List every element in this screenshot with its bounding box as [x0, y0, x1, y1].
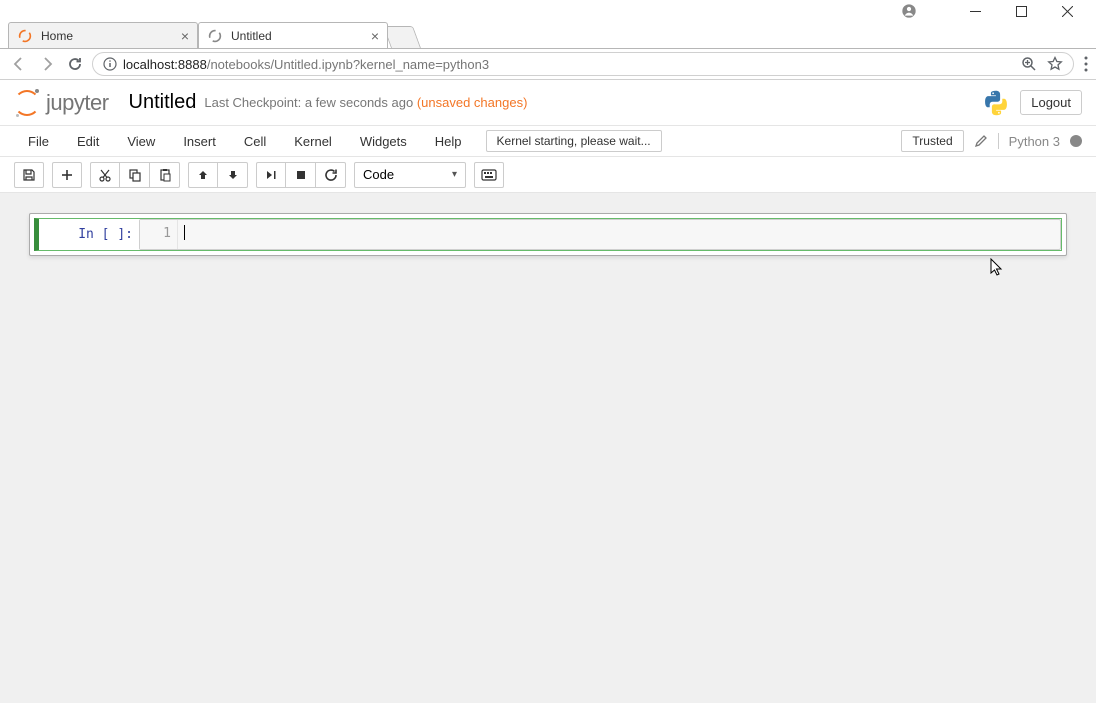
logout-button[interactable]: Logout: [1020, 90, 1082, 115]
url-input[interactable]: localhost:8888/notebooks/Untitled.ipynb?…: [92, 52, 1074, 76]
edit-mode-icon: [974, 134, 988, 148]
line-number-gutter: 1: [140, 220, 178, 249]
titlebar: [0, 0, 1096, 22]
paste-button[interactable]: [150, 162, 180, 188]
maximize-icon[interactable]: [998, 0, 1044, 22]
new-tab-button[interactable]: [383, 26, 421, 48]
forward-button[interactable]: [36, 53, 58, 75]
notebook-background: In [ ]: 1: [0, 193, 1096, 703]
jupyter-logo-icon: [14, 90, 40, 116]
back-button[interactable]: [8, 53, 30, 75]
jupyter-favicon: [17, 28, 33, 44]
restart-button[interactable]: [316, 162, 346, 188]
trusted-button[interactable]: Trusted: [901, 130, 963, 152]
toolbar: Code: [0, 157, 1096, 193]
jupyter-favicon: [207, 28, 223, 44]
menu-cell[interactable]: Cell: [230, 134, 280, 149]
cell-prompt: In [ ]:: [39, 219, 139, 250]
menu-widgets[interactable]: Widgets: [346, 134, 421, 149]
copy-button[interactable]: [120, 162, 150, 188]
checkpoint-status: Last Checkpoint: a few seconds ago (unsa…: [204, 95, 527, 110]
interrupt-button[interactable]: [286, 162, 316, 188]
menubar: File Edit View Insert Cell Kernel Widget…: [0, 125, 1096, 157]
url-text: localhost:8888/notebooks/Untitled.ipynb?…: [123, 57, 1021, 72]
save-button[interactable]: [14, 162, 44, 188]
menu-kernel[interactable]: Kernel: [280, 134, 346, 149]
kernel-status: Kernel starting, please wait...: [486, 130, 662, 152]
menu-insert[interactable]: Insert: [169, 134, 230, 149]
cell-type-value: Code: [363, 167, 394, 182]
python-logo-icon: [982, 89, 1010, 117]
browser-menu-icon[interactable]: [1084, 56, 1088, 72]
add-cell-button[interactable]: [52, 162, 82, 188]
browser-tabs: Home × Untitled ×: [0, 22, 1096, 49]
move-up-button[interactable]: [188, 162, 218, 188]
notebook-container: In [ ]: 1: [29, 213, 1067, 256]
cut-button[interactable]: [90, 162, 120, 188]
browser-tab-notebook[interactable]: Untitled ×: [198, 22, 388, 48]
tab-title: Untitled: [231, 29, 371, 43]
bookmark-star-icon[interactable]: [1047, 56, 1063, 72]
menu-help[interactable]: Help: [421, 134, 476, 149]
cell-type-select[interactable]: Code: [354, 162, 466, 188]
kernel-name[interactable]: Python 3: [1009, 134, 1060, 149]
tab-close-icon[interactable]: ×: [371, 28, 379, 44]
user-account-icon[interactable]: [886, 0, 932, 22]
menu-edit[interactable]: Edit: [63, 134, 113, 149]
cell-input-area[interactable]: 1: [139, 219, 1061, 250]
site-info-icon[interactable]: [103, 57, 117, 71]
move-down-button[interactable]: [218, 162, 248, 188]
browser-tab-home[interactable]: Home ×: [8, 22, 198, 48]
run-button[interactable]: [256, 162, 286, 188]
jupyter-logo-text: jupyter: [46, 90, 109, 116]
code-editor[interactable]: [178, 220, 1060, 249]
text-cursor: [184, 225, 185, 240]
zoom-icon[interactable]: [1021, 56, 1037, 72]
menu-view[interactable]: View: [113, 134, 169, 149]
menu-file[interactable]: File: [14, 134, 63, 149]
kernel-indicator-icon: [1070, 135, 1082, 147]
tab-title: Home: [41, 29, 181, 43]
command-palette-button[interactable]: [474, 162, 504, 188]
jupyter-logo[interactable]: jupyter: [14, 90, 109, 116]
code-cell[interactable]: In [ ]: 1: [34, 218, 1062, 251]
address-bar: localhost:8888/notebooks/Untitled.ipynb?…: [0, 49, 1096, 80]
notebook-title[interactable]: Untitled: [129, 91, 197, 114]
tab-close-icon[interactable]: ×: [181, 28, 189, 44]
jupyter-header: jupyter Untitled Last Checkpoint: a few …: [0, 80, 1096, 125]
close-icon[interactable]: [1044, 0, 1090, 22]
divider: [998, 133, 999, 149]
minimize-icon[interactable]: [952, 0, 998, 22]
reload-button[interactable]: [64, 53, 86, 75]
